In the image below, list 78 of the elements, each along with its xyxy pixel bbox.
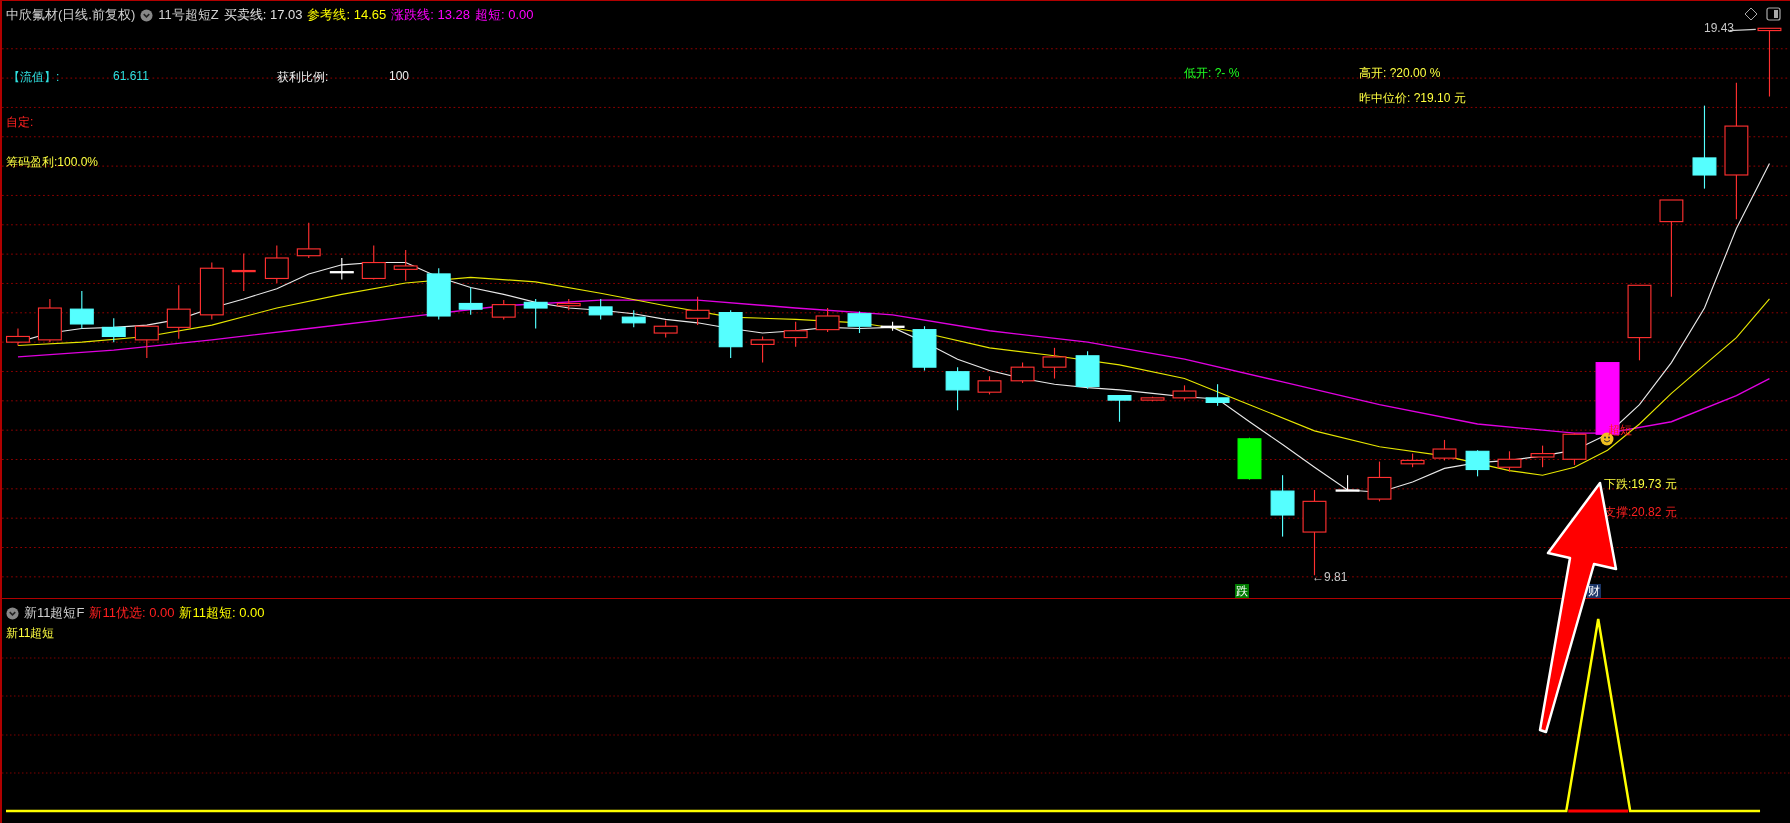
fall-price-label: 下跌:19.73 元: [1604, 476, 1677, 493]
indicator-name: 11号超短Z: [158, 6, 219, 24]
low-price-label: ←9.81: [1312, 570, 1348, 584]
profit-ratio-value: 100: [389, 69, 410, 83]
candlestick: [945, 366, 970, 411]
candlestick: [1400, 453, 1425, 468]
candlestick: [847, 310, 872, 334]
high-open-label: 高开: ?20.00 %: [1359, 65, 1441, 82]
candlestick: [1042, 347, 1067, 380]
candlestick: [1270, 474, 1295, 538]
low-open-label: 低开: ?- %: [1184, 65, 1240, 82]
candlestick: [101, 317, 126, 343]
indicator-value: 参考线: 14.65: [307, 6, 387, 24]
candlestick: [653, 319, 678, 339]
panel-toggle-icon[interactable]: [1766, 7, 1781, 21]
candlestick: [1530, 445, 1555, 468]
signal-marker: 财: [1587, 584, 1601, 598]
candlestick: [523, 298, 548, 330]
candlestick: [69, 290, 94, 330]
candlestick: [393, 249, 418, 282]
candlestick: [264, 244, 289, 284]
candlestick: [1172, 384, 1197, 401]
candlestick: [231, 252, 256, 292]
candlestick: [815, 307, 840, 333]
candlestick: [1010, 362, 1035, 384]
indicator-value: 买卖线: 17.03: [223, 6, 303, 24]
candlestick: [621, 309, 646, 328]
candlestick: [1497, 450, 1522, 473]
candlestick: [199, 261, 224, 320]
custom-label: 自定:: [6, 114, 34, 131]
candlestick: [1205, 383, 1230, 407]
candlestick: [426, 267, 451, 320]
float-value: 61.611: [113, 69, 149, 83]
candlestick: [1562, 432, 1587, 466]
candlestick: [783, 321, 808, 348]
indicator-value: 涨跌线: 13.28: [391, 6, 470, 24]
candlestick: [556, 298, 581, 311]
candlestick: [1107, 395, 1132, 423]
candlestick: [329, 257, 354, 281]
candlestick: [37, 298, 62, 343]
candlestick: [1367, 460, 1392, 502]
candlestick: [134, 325, 159, 359]
candlestick: [361, 244, 386, 281]
candlestick: [1237, 437, 1262, 481]
indicator-legend: 新11超短: [6, 625, 55, 642]
candlestick: [1140, 396, 1165, 402]
float-value-label: 【流值】:: [8, 69, 60, 86]
candlestick: [166, 284, 191, 340]
dropdown-icon[interactable]: [6, 606, 19, 620]
candlestick: [1335, 474, 1360, 492]
candlestick: [1075, 350, 1100, 390]
candlestick: [750, 335, 775, 364]
signal-marker: 跌: [1235, 584, 1249, 598]
candlestick: [1465, 449, 1490, 477]
chip-profit-label: 筹码盈利:100.0%: [6, 154, 99, 171]
candlestick: [977, 375, 1002, 395]
stock-name: 中欣氟材(日线.前复权): [6, 6, 136, 24]
candlestick: [718, 309, 743, 359]
candlestick: [1757, 27, 1782, 98]
candlestick: [491, 299, 516, 320]
high-price-label: 19.43: [1704, 21, 1735, 35]
candlestick: [912, 325, 937, 372]
candlestick: [6, 327, 30, 347]
candlestick: [296, 222, 321, 259]
candlestick: [1432, 439, 1457, 461]
median-price-label: 昨中位价: ?19.10 元: [1359, 90, 1466, 107]
indicator-bar: [1568, 809, 1629, 813]
profit-ratio-label: 获利比例:: [277, 69, 329, 86]
candlestick: [880, 321, 905, 332]
indicator-name: 新11超短F: [24, 604, 85, 622]
indicator-value: 新11超短: 0.00: [179, 604, 265, 622]
candlestick: [685, 296, 710, 326]
indicator-value: 新11优选: 0.00: [89, 604, 175, 622]
dropdown-icon[interactable]: [140, 8, 154, 22]
candlestick: [588, 298, 613, 320]
diamond-icon[interactable]: [1744, 7, 1758, 21]
indicator-value: 超短: 0.00: [475, 6, 534, 24]
candlestick: [458, 287, 483, 316]
